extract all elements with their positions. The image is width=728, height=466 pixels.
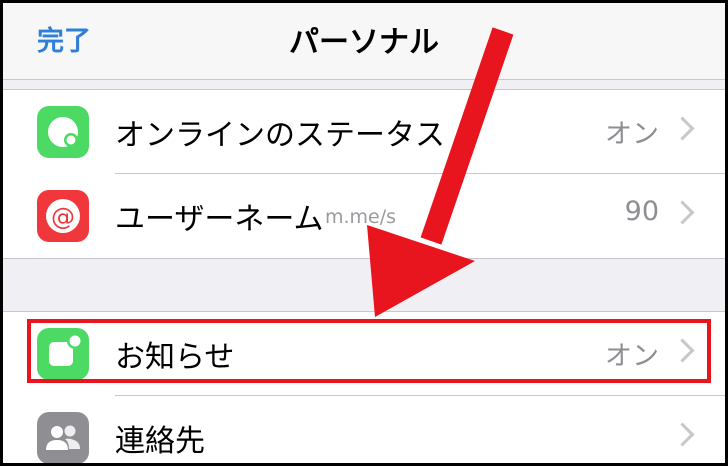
arrow-annotation [367,27,514,317]
screen: 完了 パーソナル オンラインのステータス オン @ ユーザーネーム m.me/s… [0,0,728,466]
